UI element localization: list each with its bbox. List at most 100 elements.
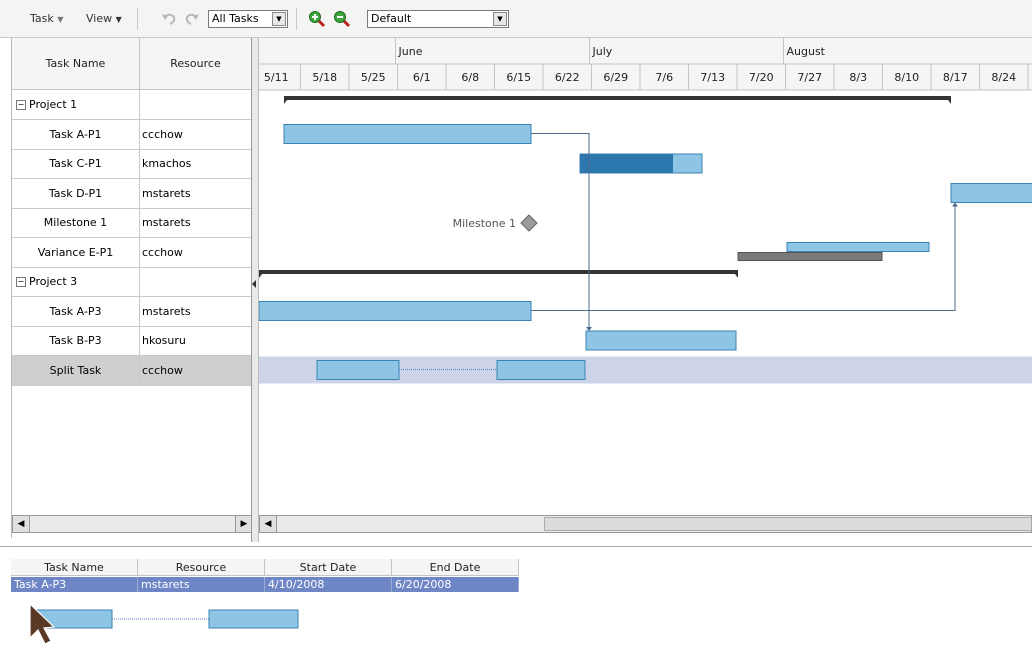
task-name-cell: Task D-P1 (12, 178, 140, 208)
week-label: 8/17 (943, 71, 968, 84)
task-bar-task-a-p1[interactable] (283, 124, 532, 144)
task-name-cell: Task C-P1 (12, 149, 140, 178)
drag-preview-bar (208, 609, 299, 629)
redo-icon[interactable] (183, 10, 201, 28)
summary-bar-project-3[interactable] (259, 270, 738, 274)
split-task-bar[interactable] (316, 360, 400, 380)
drag-preview (29, 602, 299, 645)
detail-header-resource[interactable]: Resource (138, 559, 265, 576)
table-row[interactable]: Task D-P1 mstarets (12, 178, 252, 209)
week-label: 7/20 (749, 71, 774, 84)
week-label: 6/8 (461, 71, 479, 84)
milestone-label: Milestone 1 (453, 217, 516, 230)
filter-select-value: All Tasks (212, 12, 259, 25)
resource-cell: kmachos (142, 157, 192, 170)
month-label: July (592, 45, 613, 58)
toolbar-separator (296, 8, 297, 30)
month-label: August (787, 45, 826, 58)
table-row[interactable]: Split Task ccchow (12, 355, 252, 386)
scroll-left-icon[interactable]: ◀ (260, 516, 277, 532)
variance-bar-baseline[interactable] (737, 252, 883, 261)
dependency-arrow-icon (586, 327, 592, 331)
detail-header-task-name[interactable]: Task Name (11, 559, 138, 576)
week-label: 5/18 (312, 71, 337, 84)
week-label: 7/13 (700, 71, 725, 84)
undo-icon[interactable] (160, 10, 178, 28)
task-bar-task-d-p1[interactable] (950, 183, 1032, 203)
chevron-down-icon: ▼ (57, 15, 64, 24)
detail-cell-task-name[interactable]: Task A-P3 (11, 577, 138, 592)
zoom-out-icon[interactable] (333, 10, 351, 28)
month-label: June (398, 45, 423, 58)
resource-cell (140, 90, 252, 119)
column-header-resource[interactable]: Resource (140, 38, 252, 90)
collapse-toggle-icon[interactable]: − (16, 277, 26, 287)
collapse-arrow-icon[interactable] (252, 280, 256, 288)
table-row[interactable]: Variance E-P1 ccchow (12, 237, 252, 268)
table-row[interactable]: Task B-P3 hkosuru (12, 326, 252, 356)
table-row[interactable]: Milestone 1 mstarets (12, 208, 252, 238)
detail-cell-end-date[interactable]: 6/20/2008 (392, 577, 519, 592)
task-table: Task Name Resource − Project 1 Task A-P1 cc… (11, 38, 252, 538)
task-name-label: Project 1 (29, 98, 78, 111)
scroll-left-icon[interactable]: ◀ (13, 516, 30, 532)
week-label: 5/11 (264, 71, 289, 84)
task-name-cell: − Project 3 (12, 267, 140, 296)
pane-splitter[interactable] (251, 38, 259, 542)
resource-cell: ccchow (142, 127, 183, 141)
week-label: 8/10 (894, 71, 919, 84)
resource-cell (140, 267, 252, 296)
dropdown-arrow-icon: ▼ (493, 12, 507, 26)
week-label: 7/27 (797, 71, 822, 84)
task-name-cell: − Project 1 (12, 90, 140, 119)
task-name-cell: Task A-P1 (12, 119, 140, 149)
task-bar-task-a-p3[interactable] (259, 301, 532, 321)
toolbar-separator (137, 8, 138, 30)
task-name-cell: Task B-P3 (12, 326, 140, 355)
zoom-in-icon[interactable] (308, 10, 326, 28)
task-menu[interactable]: Task ▼ (30, 12, 63, 25)
view-select[interactable]: Default ▼ (367, 10, 509, 28)
detail-divider[interactable] (0, 546, 1032, 547)
view-select-value: Default (371, 12, 412, 25)
week-label: 6/29 (603, 71, 628, 84)
scrollbar-thumb[interactable] (544, 517, 1032, 531)
table-row[interactable]: Task A-P3 mstarets (12, 296, 252, 327)
split-task-bar[interactable] (496, 360, 586, 380)
milestone-diamond-icon[interactable] (520, 214, 538, 232)
table-row[interactable]: − Project 3 (12, 267, 252, 297)
table-row[interactable]: Task C-P1 kmachos (12, 149, 252, 179)
resource-cell: hkosuru (142, 334, 186, 347)
view-menu[interactable]: View ▼ (86, 12, 122, 25)
detail-header-end-date[interactable]: End Date (392, 559, 519, 576)
week-label: 6/22 (555, 71, 580, 84)
scroll-right-icon[interactable]: ▶ (235, 516, 252, 532)
week-label: 6/15 (506, 71, 531, 84)
summary-bar-project-1[interactable] (284, 96, 951, 100)
task-name-cell: Split Task (12, 355, 140, 385)
detail-cell-start-date[interactable]: 4/10/2008 (265, 577, 392, 592)
toolbar: Task ▼ View ▼ All Tasks ▼ Default ▼ (0, 0, 1032, 38)
gantt-svg: June July August 5/11 5/18 5/25 6/1 6/8 6/15 6/22… (259, 38, 1032, 384)
week-label: 8/24 (991, 71, 1016, 84)
table-row[interactable]: Task A-P1 ccchow (12, 119, 252, 150)
task-bar-task-b-p3[interactable] (585, 330, 737, 351)
dropdown-arrow-icon: ▼ (272, 12, 286, 26)
chart-horizontal-scrollbar[interactable]: ◀ (259, 515, 1032, 533)
resource-cell: ccchow (142, 245, 183, 259)
week-label: 8/3 (849, 71, 867, 84)
collapse-toggle-icon[interactable]: − (16, 100, 26, 110)
table-row[interactable]: − Project 1 (12, 90, 252, 120)
progress-bar-task-c-p1 (580, 154, 673, 173)
filter-select[interactable]: All Tasks ▼ (208, 10, 288, 28)
task-menu-label: Task (30, 12, 54, 25)
resource-cell: mstarets (142, 216, 191, 229)
resource-cell: ccchow (142, 363, 183, 377)
left-horizontal-scrollbar[interactable]: ◀ ▶ (12, 515, 252, 533)
week-label: 6/1 (413, 71, 431, 84)
variance-bar-actual[interactable] (786, 242, 930, 252)
gantt-chart: June July August 5/11 5/18 5/25 6/1 6/8 6/15 6/22… (259, 38, 1032, 538)
column-header-task-name[interactable]: Task Name (12, 38, 140, 90)
detail-cell-resource[interactable]: mstarets (138, 577, 265, 592)
detail-header-start-date[interactable]: Start Date (265, 559, 392, 576)
